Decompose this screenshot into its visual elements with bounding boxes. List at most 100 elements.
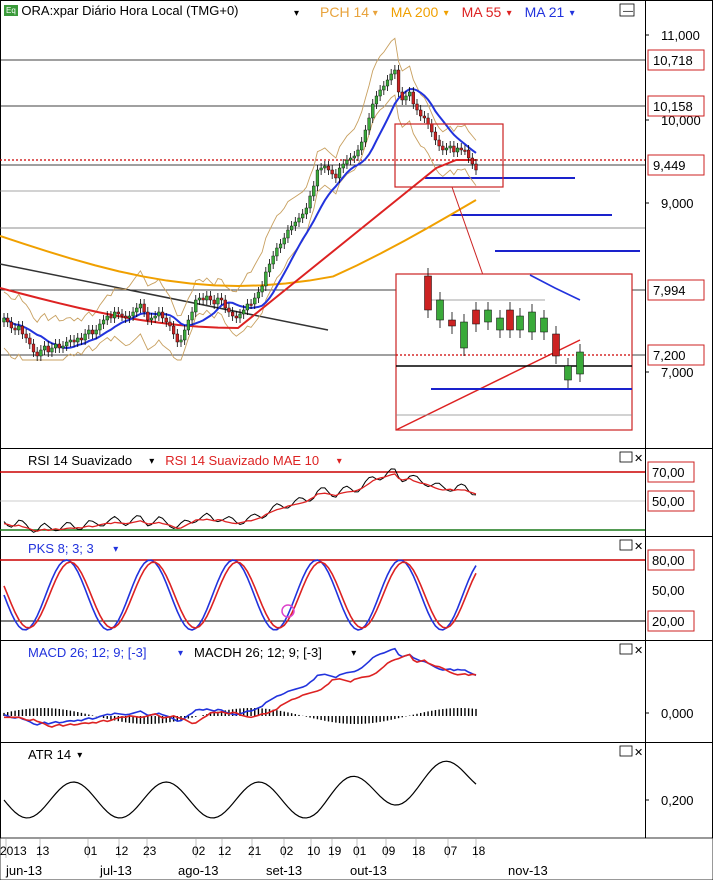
candle-body [208, 295, 213, 301]
rsi-ma-line [3, 473, 477, 532]
symbol-badge: Eq [4, 5, 18, 16]
candle-body [474, 163, 478, 171]
macd-axis-label: 0,000 [661, 706, 694, 721]
candle-body [290, 225, 294, 231]
candle-body [116, 311, 120, 315]
level-tag-label: 70,00 [652, 465, 685, 480]
chevron-down-icon: ▾ [294, 8, 299, 19]
candle-body [168, 321, 172, 327]
day-label: 12 [218, 844, 232, 858]
close-icon: ✕ [634, 747, 643, 759]
indicator-legend-label: MACDH 26; 12; 9; [-3] [194, 645, 322, 660]
candle-body [411, 91, 415, 105]
candle-body [6, 317, 10, 323]
candle-body [382, 85, 386, 91]
month-label: jun-13 [5, 863, 42, 878]
candle-body [219, 297, 224, 301]
candle-body [79, 337, 84, 341]
atr-panel-axis [645, 742, 713, 839]
candle-body [142, 303, 146, 313]
candle-body [13, 327, 17, 331]
price-tag: 9,449 [647, 154, 705, 176]
zoom-connector [451, 186, 484, 276]
day-label: 07 [444, 844, 458, 858]
candle-body [201, 297, 205, 301]
candle-body [441, 145, 445, 151]
candle-body [323, 165, 327, 169]
inset-candle-body [516, 315, 524, 331]
indicator-label: MA 55 [462, 4, 502, 20]
candle-body [301, 213, 305, 219]
candle-body [349, 157, 353, 161]
indicator-label: MA 200 [391, 4, 439, 20]
candle-body [175, 333, 179, 343]
candle-body [50, 347, 54, 353]
day-label: 01 [84, 844, 98, 858]
candle-body [197, 297, 202, 301]
candle-body [330, 169, 334, 175]
candle-body [433, 131, 438, 141]
inset-candle-body [496, 317, 504, 331]
panel-minimize-icon [619, 451, 633, 463]
macd-panel-axis [645, 640, 713, 743]
price-tag-label: 10,158 [653, 99, 693, 114]
candle-body [190, 311, 194, 321]
inset-candle-body [472, 309, 480, 325]
price-tag-label: 10,718 [653, 53, 693, 68]
day-label: 13 [36, 844, 50, 858]
price-tag-label: 7,200 [653, 348, 686, 363]
candle-body [35, 351, 39, 357]
price-tag-label: 9,449 [653, 158, 686, 173]
candle-body [149, 317, 154, 321]
candle-body [304, 207, 308, 215]
candle-body [437, 139, 441, 147]
candle-body [94, 329, 98, 335]
candle-body [260, 285, 264, 293]
inset-candle-body [576, 351, 584, 375]
candle-body [194, 299, 198, 313]
candle-body [267, 263, 272, 273]
chevron-down-icon: ▾ [337, 456, 342, 467]
panel-minimize-icon [619, 539, 633, 551]
chart-canvas[interactable]: 11,00010,0009,0007,00010,71810,1589,4497… [0, 0, 713, 880]
candle-body [360, 141, 364, 151]
candle-body [20, 325, 25, 335]
indicator-legend-label: ATR 14 [28, 747, 71, 762]
candle-body [374, 95, 379, 105]
day-label: 09 [382, 844, 396, 858]
month-label: nov-13 [508, 863, 548, 878]
candle-body [179, 339, 183, 343]
candle-body [400, 91, 404, 101]
day-label: 12 [115, 844, 129, 858]
inset-candle-body [460, 321, 468, 349]
inset-candle-body [506, 309, 514, 331]
minimize-icon-glyph: — [623, 6, 633, 17]
candle-body [205, 295, 209, 301]
panel-minimize-icon [619, 643, 633, 655]
candle-body [57, 343, 61, 349]
pks-panel [0, 536, 646, 641]
price-tag: 10,718 [647, 49, 705, 71]
candle-body [293, 221, 297, 227]
day-label: 18 [472, 844, 486, 858]
candle-body [286, 229, 290, 239]
candle-body [363, 129, 367, 143]
candle-body [39, 349, 43, 357]
day-label: 02 [280, 844, 294, 858]
candle-body [345, 159, 349, 165]
day-label: 2013 [0, 844, 27, 858]
candle-body [315, 169, 320, 187]
close-icon: ✕ [634, 541, 643, 553]
chevron-down-icon: ▾ [113, 544, 118, 555]
level-tag-label: 50,00 [652, 583, 685, 598]
candle-body [278, 243, 283, 249]
day-label: 10 [307, 844, 321, 858]
candle-body [459, 147, 463, 151]
candle-body [334, 173, 338, 179]
inset-candle-body [424, 275, 432, 311]
candle-body [356, 149, 360, 157]
candle-body [65, 341, 69, 347]
inset-candle-body [528, 311, 536, 333]
macd-signal-line [4, 653, 477, 728]
price-axis-label: 11,000 [661, 28, 700, 43]
